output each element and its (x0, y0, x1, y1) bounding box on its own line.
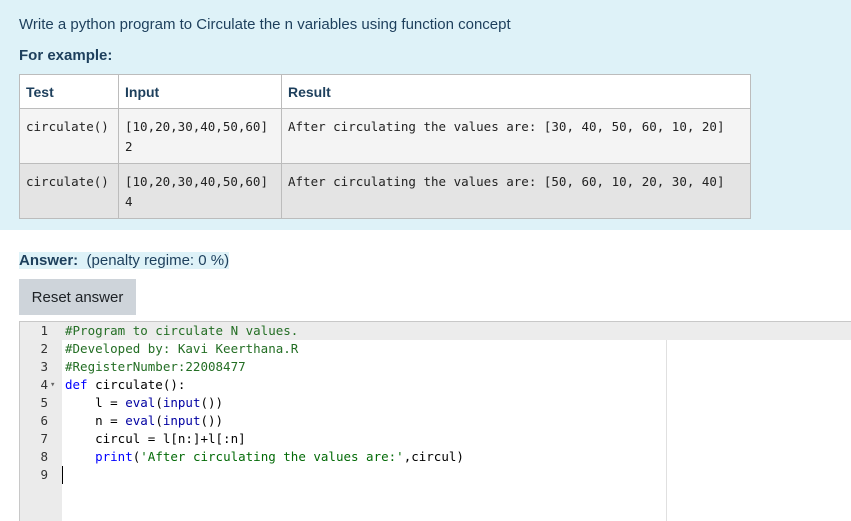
table-header-row: Test Input Result (19, 74, 751, 109)
line-number: 1 (40, 323, 48, 338)
code-line[interactable]: 5 l = eval(input()) (20, 394, 851, 412)
code-editor[interactable]: 1 #Program to circulate N values. 2 #Dev… (19, 321, 851, 521)
input-line: 2 (125, 139, 133, 154)
cell-result: After circulating the values are: [30, 4… (281, 108, 751, 164)
code-line[interactable]: 7 circul = l[n:]+l[:n] (20, 430, 851, 448)
code-text[interactable]: #Program to circulate N values. (65, 322, 298, 340)
answer-label-row: Answer: (penalty regime: 0 %) (19, 252, 230, 269)
table-row: circulate() [10,20,30,40,50,60] 2 After c… (19, 108, 751, 164)
code-text[interactable]: #Developed by: Kavi Keerthana.R (65, 340, 298, 358)
examples-table: Test Input Result circulate() [10,20,30,… (19, 74, 751, 219)
input-line: [10,20,30,40,50,60] (125, 174, 268, 189)
input-line: 4 (125, 194, 133, 209)
text-cursor (62, 466, 63, 484)
code-line[interactable]: 9 (20, 466, 851, 484)
code-line[interactable]: 1 #Program to circulate N values. (20, 322, 851, 340)
line-number: 8 (40, 449, 48, 464)
header-input: Input (118, 74, 282, 109)
code-line[interactable]: 3 #RegisterNumber:22008477 (20, 358, 851, 376)
code-text[interactable]: circul = l[n:]+l[:n] (65, 430, 246, 448)
cell-result: After circulating the values are: [50, 6… (281, 163, 751, 219)
code-line[interactable]: 8 print('After circulating the values ar… (20, 448, 851, 466)
code-line[interactable]: 6 n = eval(input()) (20, 412, 851, 430)
question-prompt: Write a python program to Circulate the … (19, 16, 511, 33)
code-line[interactable]: 4 ▾ def circulate(): (20, 376, 851, 394)
line-number: 7 (40, 431, 48, 446)
line-number: 4 (40, 377, 48, 392)
code-text[interactable]: print('After circulating the values are:… (65, 448, 464, 466)
question-panel: Write a python program to Circulate the … (0, 0, 851, 230)
code-text[interactable]: #RegisterNumber:22008477 (65, 358, 246, 376)
cell-test: circulate() (19, 163, 119, 219)
line-number: 9 (40, 467, 48, 482)
penalty-regime: (penalty regime: 0 %) (86, 252, 230, 269)
fold-chevron-icon[interactable]: ▾ (50, 376, 55, 394)
reset-answer-button[interactable]: Reset answer (19, 279, 136, 315)
line-number: 5 (40, 395, 48, 410)
header-result: Result (281, 74, 751, 109)
cell-input: [10,20,30,40,50,60] 4 (118, 163, 282, 219)
input-line: [10,20,30,40,50,60] (125, 119, 268, 134)
line-number: 6 (40, 413, 48, 428)
answer-label: Answer: (19, 252, 79, 269)
line-number: 3 (40, 359, 48, 374)
header-test: Test (19, 74, 119, 109)
code-text[interactable]: l = eval(input()) (65, 394, 223, 412)
line-number: 2 (40, 341, 48, 356)
table-row: circulate() [10,20,30,40,50,60] 4 After c… (19, 163, 751, 219)
code-text[interactable]: n = eval(input()) (65, 412, 223, 430)
code-line[interactable]: 2 #Developed by: Kavi Keerthana.R (20, 340, 851, 358)
for-example-heading: For example: (19, 47, 113, 64)
code-text[interactable]: def circulate(): (65, 376, 185, 394)
cell-input: [10,20,30,40,50,60] 2 (118, 108, 282, 164)
cell-test: circulate() (19, 108, 119, 164)
